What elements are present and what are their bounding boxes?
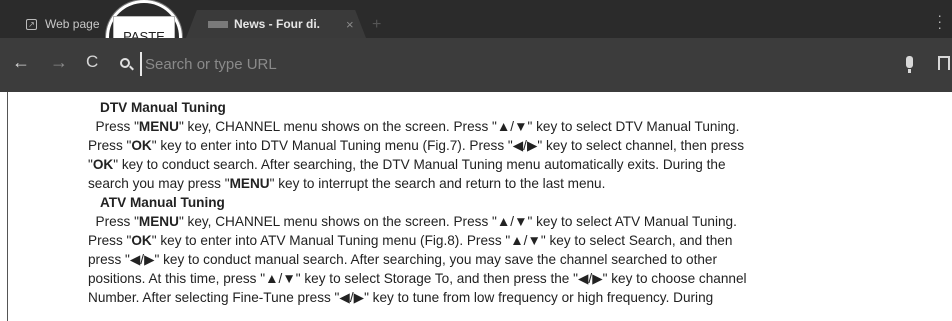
text-line: "OK" key to conduct search. After search… [88,157,726,172]
reload-icon[interactable]: C [86,52,98,72]
page-content: DTV Manual Tuning Press "MENU" key, CHAN… [0,92,952,321]
text-line: Press "OK" key to enter into DTV Manual … [88,138,744,153]
page-edge-divider [7,92,8,321]
text-line: search you may press "MENU" key to inter… [88,176,606,191]
dtv-heading: DTV Manual Tuning [100,100,226,115]
microphone-icon[interactable] [906,56,913,73]
back-arrow-icon[interactable]: ← [12,52,30,73]
news-favicon-icon [208,20,228,28]
tab-close-icon[interactable]: × [346,17,354,32]
atv-heading: ATV Manual Tuning [100,195,225,210]
browser-toolbar: ← → C [0,38,952,92]
atv-paragraph: Press "MENU" key, CHANNEL menu shows on … [88,212,908,307]
text-line: Number. After selecting Fine-Tune press … [88,290,714,305]
page-favicon-icon: ↗ [26,18,37,30]
new-tab-icon[interactable]: + [372,16,381,34]
tab-news[interactable]: News - Four di. × [186,10,366,38]
text-line: Press "OK" key to enter into ATV Manual … [88,233,733,248]
forward-arrow-icon[interactable]: → [50,52,68,73]
manual-text: DTV Manual Tuning Press "MENU" key, CHAN… [88,98,908,307]
bookmark-icon[interactable] [938,56,950,70]
search-icon [120,58,130,68]
tab-web-page-label: Web page [45,17,100,31]
text-line: Press "MENU" key, CHANNEL menu shows on … [88,214,737,229]
text-line: positions. At this time, press "▲/▼" key… [88,271,747,286]
dtv-paragraph: Press "MENU" key, CHANNEL menu shows on … [88,117,908,193]
text-line: press "◀/▶" key to conduct manual search… [88,252,718,267]
url-input[interactable] [140,52,900,76]
tab-news-label: News - Four di. [234,17,321,31]
overflow-menu-icon[interactable]: · · · [937,8,942,34]
text-line: Press "MENU" key, CHANNEL menu shows on … [88,119,740,134]
